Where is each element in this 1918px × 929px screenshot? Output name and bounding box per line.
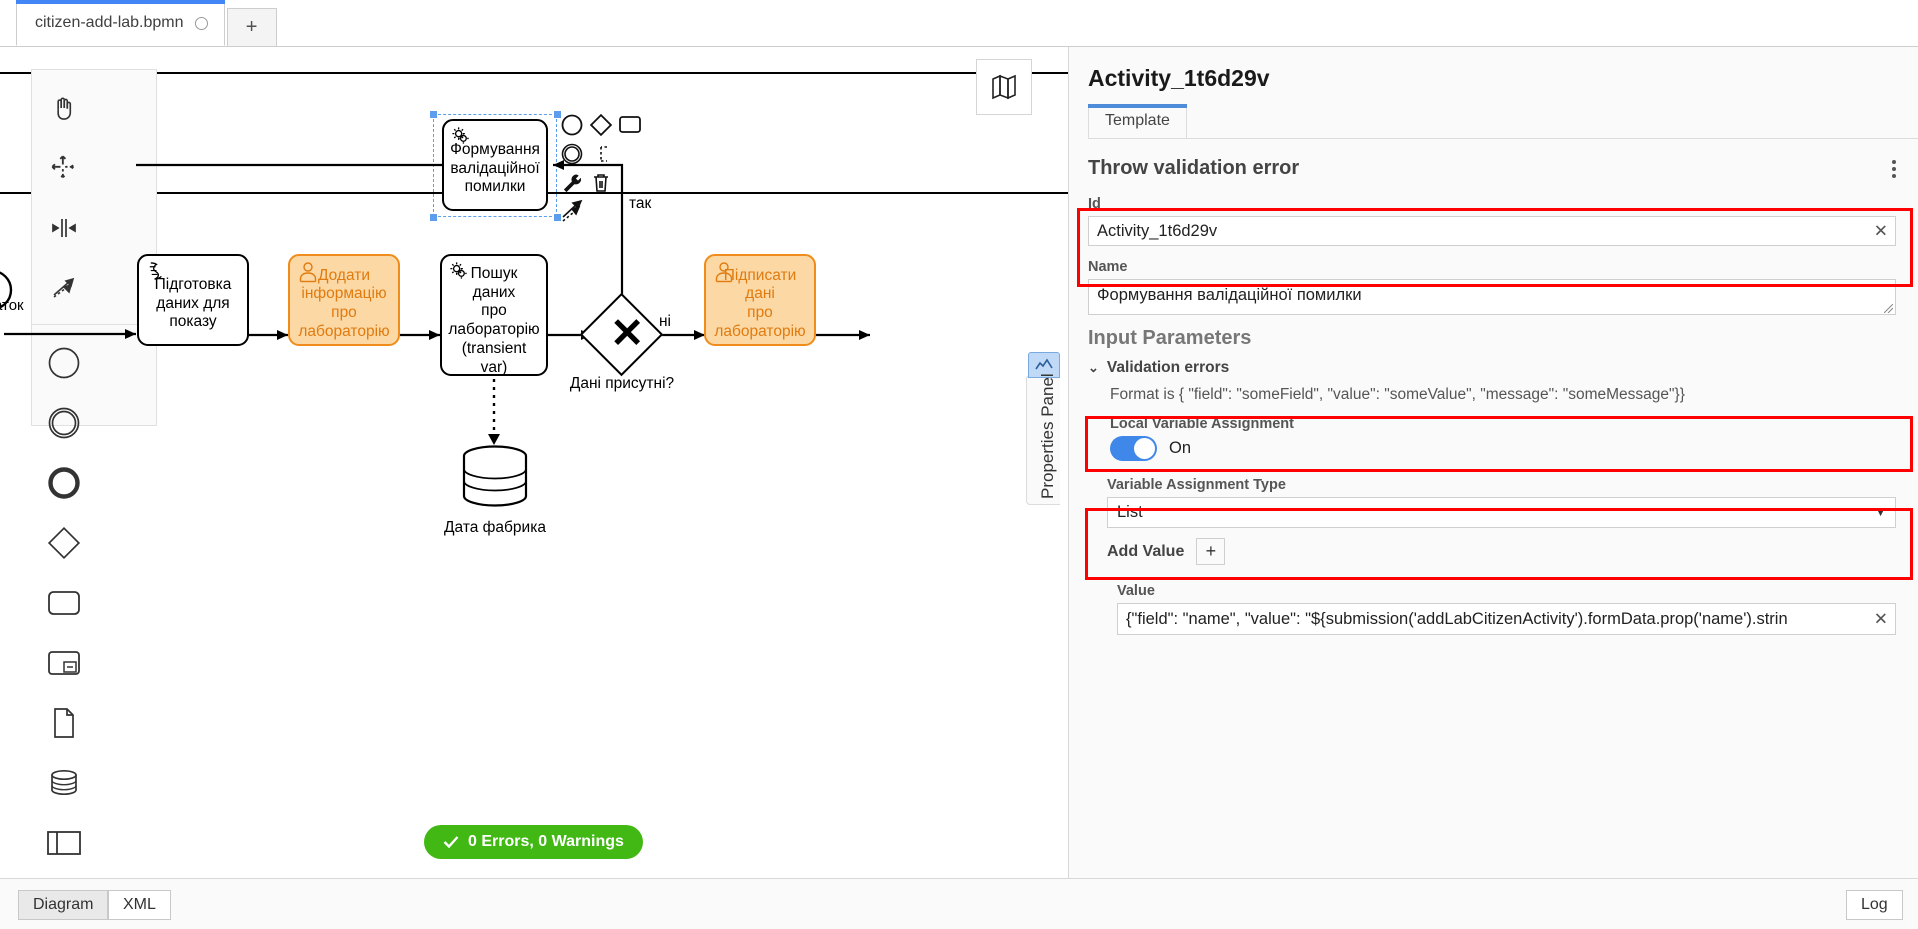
flow-label-no: ні [659, 313, 672, 330]
clear-icon[interactable]: ✕ [1874, 611, 1888, 628]
bottom-tab-diagram[interactable]: Diagram [18, 890, 109, 920]
variable-assignment-type-value: List [1117, 503, 1143, 521]
add-value-button[interactable]: + [1196, 538, 1226, 565]
value-input-value: {"field": "name", "value": "${submission… [1126, 609, 1788, 628]
tab-citizen-add-lab[interactable]: citizen-add-lab.bpmn [15, 0, 225, 46]
kebab-menu-icon[interactable] [1892, 159, 1896, 178]
tab-label: citizen-add-lab.bpmn [35, 14, 184, 31]
field-value: Value {"field": "name", "value": "${subm… [1069, 583, 1918, 635]
tab-template[interactable]: Template [1088, 104, 1187, 138]
task-prepare-data[interactable]: Підготовка даних для показу [137, 254, 249, 346]
task-add-lab-info[interactable]: Додати інформацію про лабораторію [288, 254, 400, 346]
toggle-state-label: On [1169, 439, 1192, 457]
variable-assignment-type-label: Variable Assignment Type [1107, 477, 1286, 493]
bpmn-modeler-window: citizen-add-lab.bpmn + ток Формування ва… [0, 0, 1918, 929]
gateway-label: Дані присутні? [569, 375, 675, 392]
sequence-flows [4, 160, 870, 445]
toggle-knob [1134, 438, 1155, 459]
user-task-icon [299, 262, 317, 283]
task-search-lab[interactable]: Пошук даних про лабораторію (transient v… [440, 254, 548, 376]
add-value-label: Add Value [1107, 542, 1185, 560]
user-task-icon [715, 262, 733, 283]
chevron-down-icon: ▼ [1875, 506, 1886, 519]
script-task-icon [149, 262, 162, 280]
template-group-header: Throw validation error [1069, 139, 1918, 188]
flow-label-yes: так [629, 195, 652, 212]
clear-icon[interactable]: ✕ [1874, 223, 1888, 240]
datastore-label: Дата фабрика [444, 519, 546, 536]
add-value-row: Add Value + [1069, 528, 1918, 565]
field-name-label: Name [1088, 259, 1128, 275]
status-badge[interactable]: 0 Errors, 0 Warnings [424, 825, 643, 859]
exclusive-gateway-x-icon: ✕ [610, 310, 645, 356]
name-input-value: Формування валідаційної помилки [1097, 286, 1362, 304]
bottom-tab-xml-label: XML [123, 896, 156, 913]
field-id: Id Activity_1t6d29v ✕ [1069, 196, 1918, 246]
local-variable-assignment-label: Local Variable Assignment [1110, 416, 1294, 432]
field-variable-assignment-type: Variable Assignment Type List ▼ [1069, 477, 1918, 528]
properties-panel: Activity_1t6d29v Template Throw validati… [1068, 47, 1918, 878]
properties-panel-handle[interactable]: Properties Panel [1026, 352, 1060, 505]
tab-bar: citizen-add-lab.bpmn + [0, 0, 1918, 47]
input-parameters-title: Input Parameters [1088, 327, 1252, 349]
plus-icon: + [1205, 541, 1217, 561]
bottom-tab-diagram-label: Diagram [33, 896, 94, 913]
check-icon [443, 836, 459, 849]
tab-unsaved-indicator-icon[interactable] [194, 16, 208, 30]
page-title: Activity_1t6d29v [1088, 65, 1270, 91]
bottom-bar: Diagram XML Log [0, 878, 1918, 929]
value-input[interactable]: {"field": "name", "value": "${submission… [1117, 603, 1896, 635]
plus-icon: + [245, 16, 258, 38]
new-tab-button[interactable]: + [226, 8, 277, 46]
value-label: Value [1117, 583, 1155, 599]
status-label: 0 Errors, 0 Warnings [468, 833, 624, 850]
local-variable-assignment-toggle[interactable] [1110, 436, 1157, 461]
bpmn-canvas[interactable]: аток Формування валідаційної помилки [0, 47, 1068, 878]
resize-grip-icon[interactable] [1884, 304, 1893, 313]
task-sign-lab-data[interactable]: Підписати дані про лабораторію [704, 254, 816, 346]
properties-panel-handle-label: Properties Panel [1038, 373, 1057, 499]
validation-errors-group[interactable]: ⌄ Validation errors [1069, 350, 1918, 377]
format-hint: Format is { "field": "someField", "value… [1110, 386, 1685, 403]
id-input[interactable]: Activity_1t6d29v ✕ [1088, 216, 1896, 246]
panel-tabs: Template [1088, 104, 1918, 139]
variable-assignment-type-select[interactable]: List ▼ [1107, 497, 1896, 528]
field-name: Name Формування валідаційної помилки [1069, 259, 1918, 315]
field-id-label: Id [1088, 196, 1101, 212]
id-input-value: Activity_1t6d29v [1097, 221, 1218, 240]
service-task-gear-icon [450, 262, 467, 279]
datastore-data-factory[interactable] [460, 445, 530, 511]
chevron-down-icon: ⌄ [1088, 360, 1099, 375]
name-input[interactable]: Формування валідаційної помилки [1088, 279, 1896, 315]
log-button[interactable]: Log [1846, 890, 1903, 920]
validation-errors-label: Validation errors [1106, 359, 1230, 376]
local-variable-assignment-row: On [1069, 432, 1918, 461]
bottom-tab-xml[interactable]: XML [108, 890, 171, 920]
group-title: Throw validation error [1088, 157, 1300, 179]
log-button-label: Log [1861, 896, 1888, 913]
